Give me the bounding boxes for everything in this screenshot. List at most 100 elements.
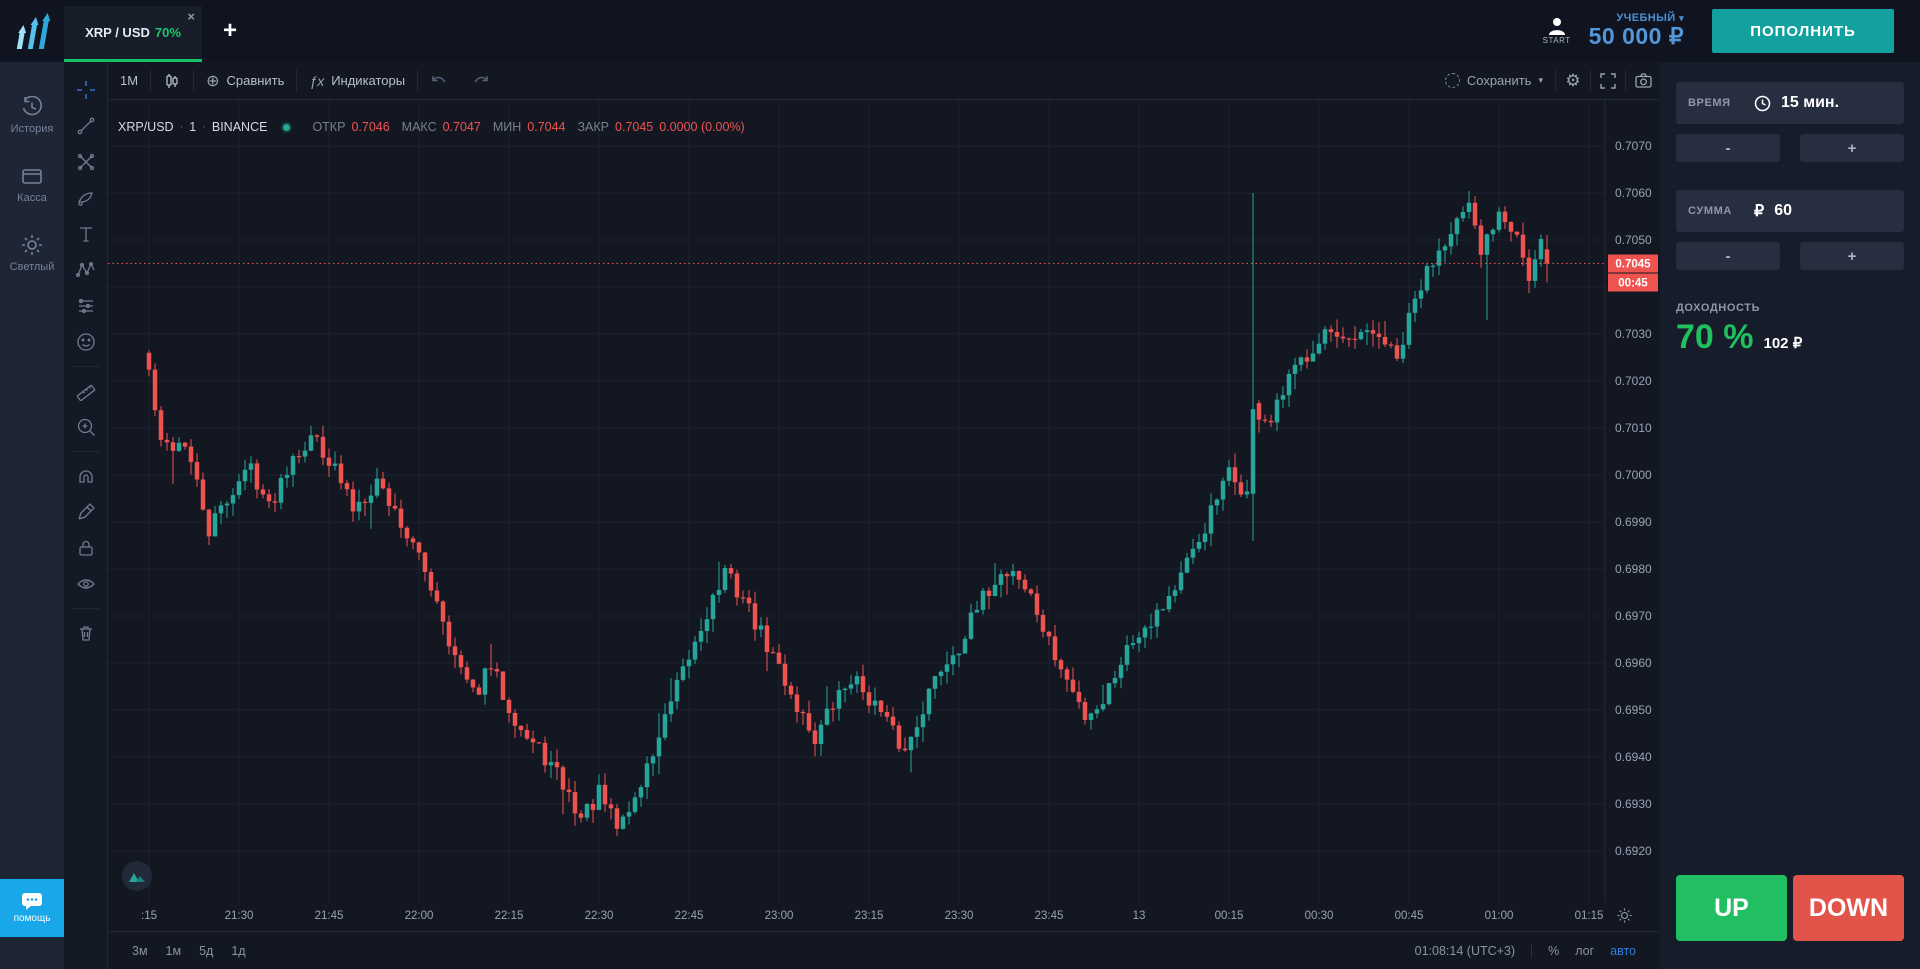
new-tab-button[interactable]: +: [202, 0, 258, 62]
log-scale-toggle[interactable]: лог: [1575, 944, 1594, 958]
time-axis-label: 21:30: [225, 910, 254, 922]
candles-icon: [163, 72, 181, 90]
user-label: START: [1543, 36, 1571, 45]
amount-plus-button[interactable]: +: [1800, 242, 1904, 270]
sidebar-item-history[interactable]: История: [11, 96, 54, 135]
svg-text:0.6950: 0.6950: [1615, 703, 1652, 717]
amount-field[interactable]: СУММА ₽ 60: [1676, 190, 1904, 232]
fib-tool-icon[interactable]: [69, 144, 103, 180]
time-field[interactable]: ВРЕМЯ 15 мин.: [1676, 82, 1904, 124]
legend-symbol[interactable]: XRP/USD: [118, 120, 174, 134]
measure-tool-icon[interactable]: [69, 373, 103, 409]
amount-field-label: СУММА: [1688, 205, 1744, 217]
zoom-in-tool-icon[interactable]: [69, 409, 103, 445]
range-1d[interactable]: 1д: [231, 944, 245, 958]
sidebar-item-theme[interactable]: Светлый: [10, 234, 55, 273]
emoji-tool-icon[interactable]: [69, 324, 103, 360]
gear-icon: ⚙: [1565, 71, 1580, 91]
chevron-down-icon: ▾: [1679, 13, 1684, 23]
sidebar-item-cashier[interactable]: Касса: [17, 165, 47, 204]
divider: [73, 451, 99, 452]
percent-scale-toggle[interactable]: %: [1548, 944, 1559, 958]
chart-bottom-bar: 3м 1м 5д 1д 01:08:14 (UTC+3) % лог авто: [108, 931, 1660, 969]
tab-xrp-usd[interactable]: XRP / USD 70% ×: [64, 6, 202, 62]
lock-drawings-tool-icon[interactable]: [69, 530, 103, 566]
mountains-icon: [128, 869, 146, 883]
time-axis-label: 00:30: [1305, 910, 1334, 922]
session-sun-icon[interactable]: [1617, 908, 1632, 926]
time-axis-label: :15: [141, 910, 157, 922]
time-minus-button[interactable]: -: [1676, 134, 1780, 162]
time-axis-label: 00:45: [1395, 910, 1424, 922]
interval-selector[interactable]: 1M: [108, 62, 150, 99]
svg-text:0.6960: 0.6960: [1615, 656, 1652, 670]
snapshot-button[interactable]: [1626, 62, 1660, 99]
payout-percent: 70 %: [1676, 318, 1754, 357]
help-button[interactable]: помощь: [0, 879, 64, 937]
svg-text:0.7045: 0.7045: [1615, 259, 1651, 271]
svg-text:0.7060: 0.7060: [1615, 186, 1652, 200]
range-1m[interactable]: 1м: [166, 944, 182, 958]
xabcd-pattern-tool-icon[interactable]: [69, 252, 103, 288]
chevron-down-icon: ▾: [1538, 75, 1543, 86]
up-button[interactable]: UP: [1676, 875, 1787, 941]
time-axis[interactable]: :1521:3021:4522:0022:1522:3022:4523:0023…: [108, 903, 1660, 931]
sun-icon: [21, 234, 43, 256]
clock-utc[interactable]: 01:08:14 (UTC+3): [1415, 944, 1515, 958]
user-menu[interactable]: START: [1543, 17, 1571, 45]
time-axis-label: 22:30: [585, 910, 614, 922]
deposit-button[interactable]: ПОПОЛНИТЬ: [1712, 9, 1894, 53]
trend-line-tool-icon[interactable]: [69, 108, 103, 144]
time-plus-button[interactable]: +: [1800, 134, 1904, 162]
drawing-toolbar: [64, 62, 108, 969]
fullscreen-icon: [1600, 73, 1616, 89]
chart-toolbar: 1M ⊕ Сравнить ƒx Индикаторы: [108, 62, 1660, 100]
range-5d[interactable]: 5д: [199, 944, 213, 958]
indicators-button[interactable]: ƒx Индикаторы: [297, 62, 417, 99]
candlestick-chart[interactable]: 0.70700.70600.70500.70400.70300.70200.70…: [108, 100, 1660, 903]
forecast-tool-icon[interactable]: [69, 288, 103, 324]
down-button[interactable]: DOWN: [1793, 875, 1904, 941]
compare-icon: ⊕: [206, 71, 219, 91]
time-axis-label: 22:45: [675, 910, 704, 922]
auto-scale-toggle[interactable]: авто: [1610, 944, 1636, 958]
drawing-mode-tool-icon[interactable]: [69, 494, 103, 530]
legend-interval: 1: [189, 120, 196, 134]
svg-text:0.7020: 0.7020: [1615, 374, 1652, 388]
magnet-tool-icon[interactable]: [69, 458, 103, 494]
divider: [73, 608, 99, 609]
save-layout-button[interactable]: Сохранить ▾: [1433, 62, 1555, 99]
svg-text:0.6980: 0.6980: [1615, 562, 1652, 576]
fullscreen-button[interactable]: [1591, 62, 1625, 99]
time-axis-label: 23:45: [1035, 910, 1064, 922]
payout-label: ДОХОДНОСТЬ: [1676, 302, 1904, 314]
balance-block[interactable]: УЧЕБНЫЙ ▾ 50 000 ₽: [1589, 12, 1684, 49]
watermark-button[interactable]: [122, 861, 152, 891]
chart-style-button[interactable]: [151, 62, 193, 99]
compare-button[interactable]: ⊕ Сравнить: [194, 62, 296, 99]
chart-legend: XRP/USD · 1 · BINANCE ОТКР0.7046 МАКС0.7…: [118, 120, 745, 134]
redo-button[interactable]: [460, 62, 502, 99]
redo-icon: [472, 74, 490, 88]
time-axis-label: 21:45: [315, 910, 344, 922]
tab-close-icon[interactable]: ×: [187, 10, 195, 23]
amount-minus-button[interactable]: -: [1676, 242, 1780, 270]
chart-settings-button[interactable]: ⚙: [1556, 62, 1590, 99]
divider: [1531, 944, 1532, 958]
sidebar-item-label: История: [11, 123, 54, 135]
hide-drawings-tool-icon[interactable]: [69, 566, 103, 602]
range-3m[interactable]: 3м: [132, 944, 148, 958]
crosshair-tool-icon[interactable]: [69, 72, 103, 108]
remove-drawings-tool-icon[interactable]: [69, 615, 103, 651]
clock-icon: [1754, 95, 1771, 112]
balance-value: 50 000 ₽: [1589, 24, 1684, 49]
chat-icon: [21, 892, 43, 910]
svg-text:0.6940: 0.6940: [1615, 750, 1652, 764]
undo-button[interactable]: [418, 62, 460, 99]
chart-stage: 0.70700.70600.70500.70400.70300.70200.70…: [108, 100, 1660, 903]
text-tool-icon[interactable]: [69, 216, 103, 252]
chart-section: 1M ⊕ Сравнить ƒx Индикаторы: [64, 62, 1660, 969]
divider: [73, 366, 99, 367]
time-value: 15 мин.: [1781, 94, 1839, 112]
brush-tool-icon[interactable]: [69, 180, 103, 216]
